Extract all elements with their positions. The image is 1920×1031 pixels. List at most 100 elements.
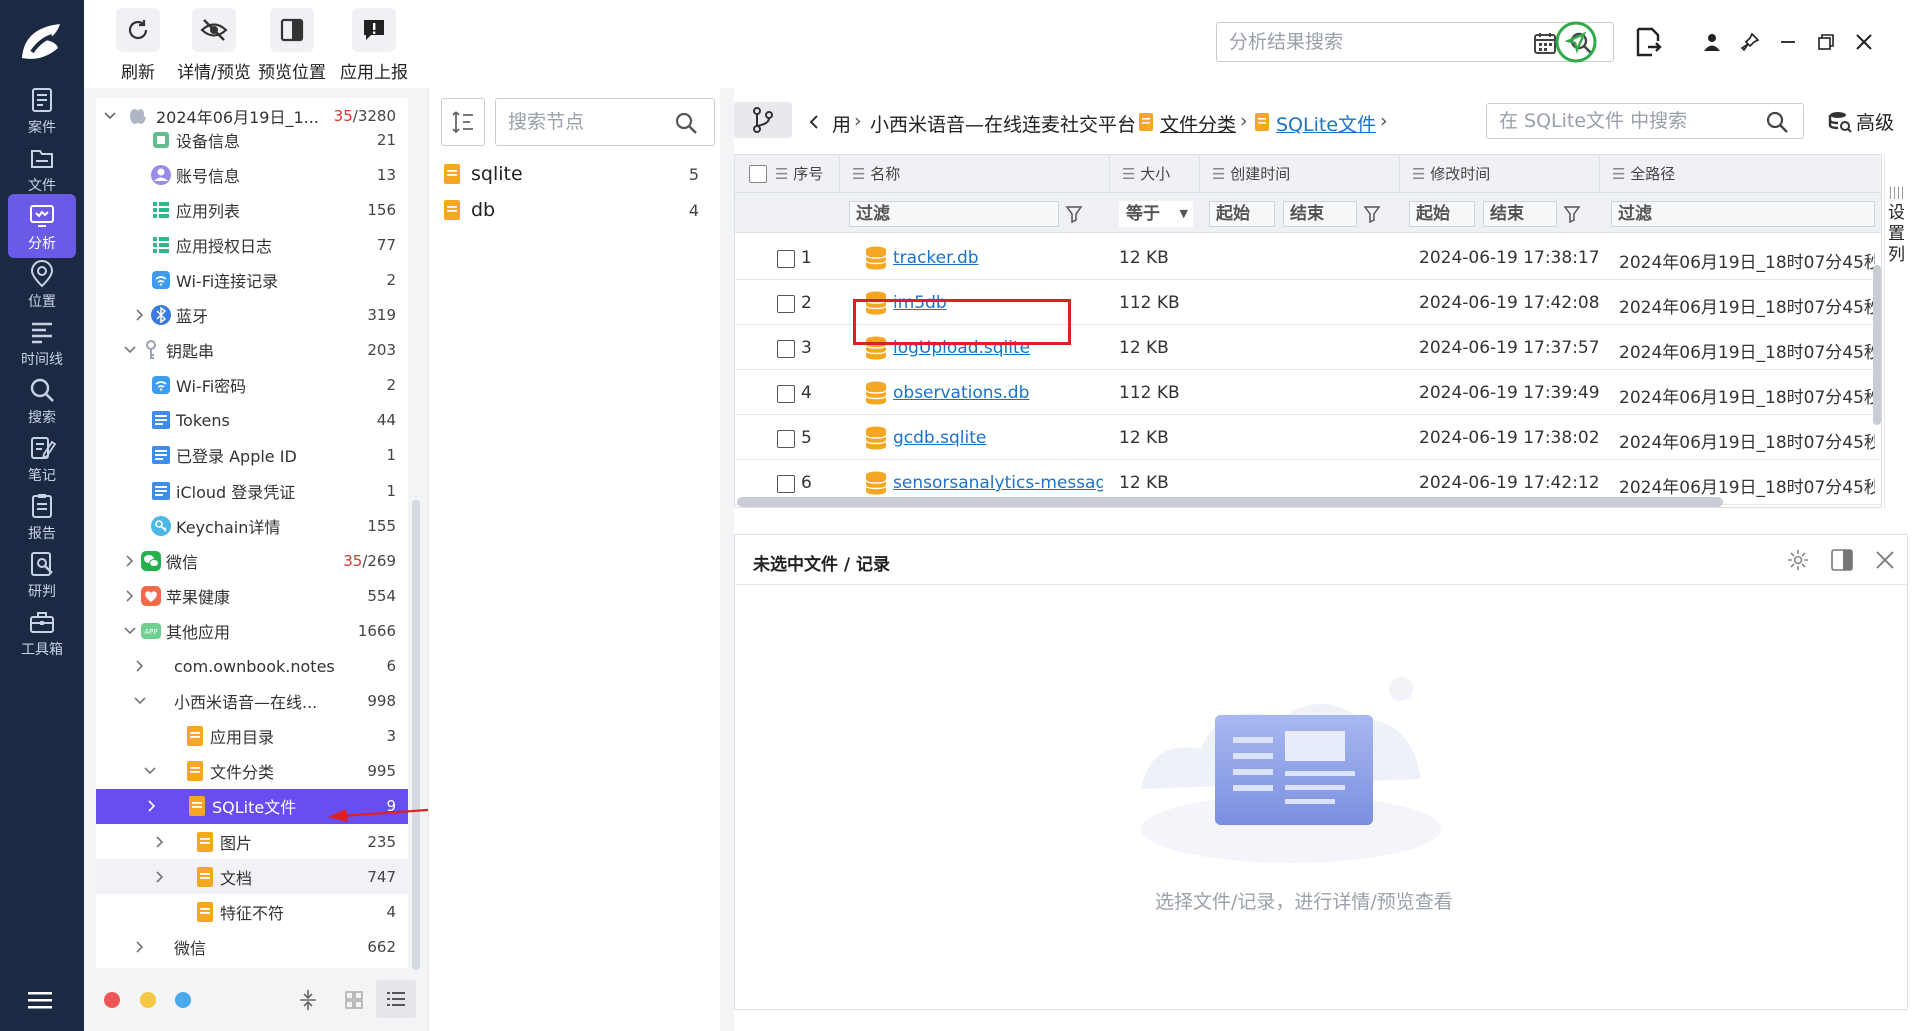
blue-filter-dot[interactable] [175, 992, 191, 1008]
chevron-down-icon[interactable] [124, 625, 136, 637]
close-button[interactable] [1846, 24, 1882, 60]
user-button[interactable] [1694, 24, 1730, 60]
nav-item[interactable]: 位置 [8, 252, 76, 316]
minimize-button[interactable] [1770, 24, 1806, 60]
breadcrumb-item[interactable]: 文件分类 [1160, 110, 1236, 137]
chevron-right-icon[interactable] [146, 800, 158, 812]
grid-view-icon[interactable] [344, 990, 364, 1010]
split-panel-icon[interactable] [1831, 549, 1853, 571]
tree-item[interactable]: Keychain详情 155 [96, 508, 408, 543]
tree-item[interactable]: 蓝牙 319 [96, 298, 408, 333]
tree-item[interactable]: 已登录 Apple ID 1 [96, 438, 408, 473]
tree-item[interactable]: Wi-Fi连接记录 2 [96, 262, 408, 297]
chevron-right-icon[interactable] [154, 835, 166, 848]
nav-item[interactable]: 案件 [8, 78, 76, 142]
nav-item[interactable]: 文件 [8, 136, 76, 200]
node-search-box[interactable] [495, 98, 715, 146]
nav-item[interactable]: 搜索 [8, 368, 76, 432]
chevron-right-icon[interactable] [124, 555, 136, 567]
collapse-all-icon[interactable] [298, 988, 318, 1012]
table-row[interactable]: 1 tracker.db 12 KB 2024-06-19 17:38:17 2024年… [735, 235, 1881, 280]
filter-icon[interactable] [1563, 205, 1581, 223]
branch-button[interactable] [734, 102, 792, 138]
tree-item[interactable]: 钥匙串 203 [96, 333, 408, 368]
node-item[interactable]: sqlite 5 [443, 158, 713, 190]
export-button[interactable] [1630, 24, 1666, 60]
col-created[interactable]: ☰ 创建时间 [1199, 155, 1399, 193]
row-checkbox[interactable] [777, 475, 795, 493]
sort-button[interactable] [441, 98, 485, 146]
row-checkbox[interactable] [777, 295, 795, 313]
tree-item[interactable]: 应用列表 156 [96, 192, 408, 227]
chevron-down-icon[interactable] [144, 765, 156, 777]
col-index[interactable]: ☰ 序号 [763, 155, 823, 193]
tree-item[interactable]: 文件分类 995 [96, 754, 408, 789]
chevron-right-icon[interactable] [134, 941, 146, 953]
nav-item[interactable]: 报告 [8, 484, 76, 548]
tree-item[interactable]: 小西米语音—在线... 998 [96, 684, 408, 719]
location-share-button[interactable] [1554, 20, 1598, 64]
tree-item[interactable]: 文档 747 [96, 859, 408, 895]
tree-item[interactable]: 应用目录 3 [96, 719, 408, 754]
restore-button[interactable] [1808, 24, 1844, 60]
nav-item[interactable]: 研判 [8, 542, 76, 606]
filter-icon[interactable] [1363, 205, 1381, 223]
modified-start-input[interactable]: 起始 [1409, 201, 1475, 227]
chevron-right-icon[interactable] [154, 871, 166, 883]
file-name-link[interactable]: gcdb.sqlite [893, 428, 1103, 448]
list-view-button[interactable] [376, 980, 416, 1018]
row-checkbox[interactable] [777, 250, 795, 268]
table-row[interactable]: 4 observations.db 112 KB 2024-06-19 17:39:4… [735, 370, 1881, 415]
search-icon[interactable] [1765, 110, 1789, 134]
set-columns-button[interactable]: |||| 设置列 [1884, 154, 1908, 508]
node-item[interactable]: db 4 [443, 194, 713, 226]
pin-button[interactable] [1732, 24, 1768, 60]
file-name-link[interactable]: observations.db [893, 383, 1103, 403]
tree-item[interactable]: 图片 235 [96, 824, 408, 859]
modified-end-input[interactable]: 结束 [1483, 201, 1557, 227]
tree-item[interactable]: 苹果健康 554 [96, 578, 408, 613]
detail-preview-button[interactable]: 详情/预览 [174, 8, 254, 83]
filter-icon[interactable] [1065, 205, 1083, 223]
red-filter-dot[interactable] [104, 992, 120, 1008]
table-search-input[interactable] [1499, 110, 1749, 132]
tree-item[interactable]: 应用授权日志 77 [96, 227, 408, 262]
tree-item[interactable]: iCloud 登录凭证 1 [96, 473, 408, 508]
search-icon[interactable] [674, 111, 698, 135]
chevron-right-icon[interactable] [134, 660, 146, 672]
name-filter-input[interactable]: 过滤 [849, 201, 1059, 227]
file-name-link[interactable]: tracker.db [893, 248, 1103, 268]
created-start-input[interactable]: 起始 [1209, 201, 1275, 227]
nav-item[interactable]: 分析 [8, 194, 76, 258]
chevron-down-icon[interactable] [134, 695, 146, 707]
chevron-down-icon[interactable] [124, 344, 136, 356]
row-checkbox[interactable] [777, 430, 795, 448]
nav-item[interactable]: 笔记 [8, 426, 76, 490]
created-end-input[interactable]: 结束 [1283, 201, 1357, 227]
breadcrumb-current[interactable]: SQLite文件 [1276, 110, 1376, 137]
breadcrumb-chevron[interactable]: › [1380, 110, 1388, 132]
chevron-down-icon[interactable] [104, 110, 116, 122]
tree-item[interactable]: 微信 662 [96, 929, 408, 964]
advanced-search-button[interactable]: 高级 [1828, 108, 1894, 135]
nav-item[interactable]: 工具箱 [8, 600, 76, 664]
row-checkbox[interactable] [777, 340, 795, 358]
size-operator-select[interactable]: 等于 ▼ [1119, 201, 1193, 227]
table-hscrollbar[interactable] [737, 497, 1723, 507]
nav-item[interactable]: 时间线 [8, 310, 76, 374]
refresh-button[interactable]: 刷新 [108, 8, 168, 83]
tree-item[interactable]: 账号信息 13 [96, 157, 408, 192]
breadcrumb-item[interactable]: 小西米语音—在线连麦社交平台 [870, 110, 1136, 137]
table-vscrollbar[interactable] [1873, 265, 1881, 425]
tree-item[interactable]: 设备信息 21 [96, 122, 408, 157]
file-name-link[interactable]: sensorsanalytics-message-v [893, 473, 1103, 493]
tree-item[interactable]: 特征不符 4 [96, 894, 408, 929]
table-row[interactable]: 5 gcdb.sqlite 12 KB 2024-06-19 17:38:02 2024… [735, 415, 1881, 460]
tree-item[interactable]: Tokens 44 [96, 403, 408, 438]
menu-icon[interactable] [28, 990, 56, 1010]
settings-icon[interactable] [1787, 549, 1809, 571]
chevron-right-icon[interactable] [134, 309, 146, 321]
chevron-right-icon[interactable] [124, 590, 136, 602]
tree-item[interactable]: com.ownbook.notes 6 [96, 649, 408, 684]
col-size[interactable]: ☰ 大小 [1109, 155, 1199, 193]
